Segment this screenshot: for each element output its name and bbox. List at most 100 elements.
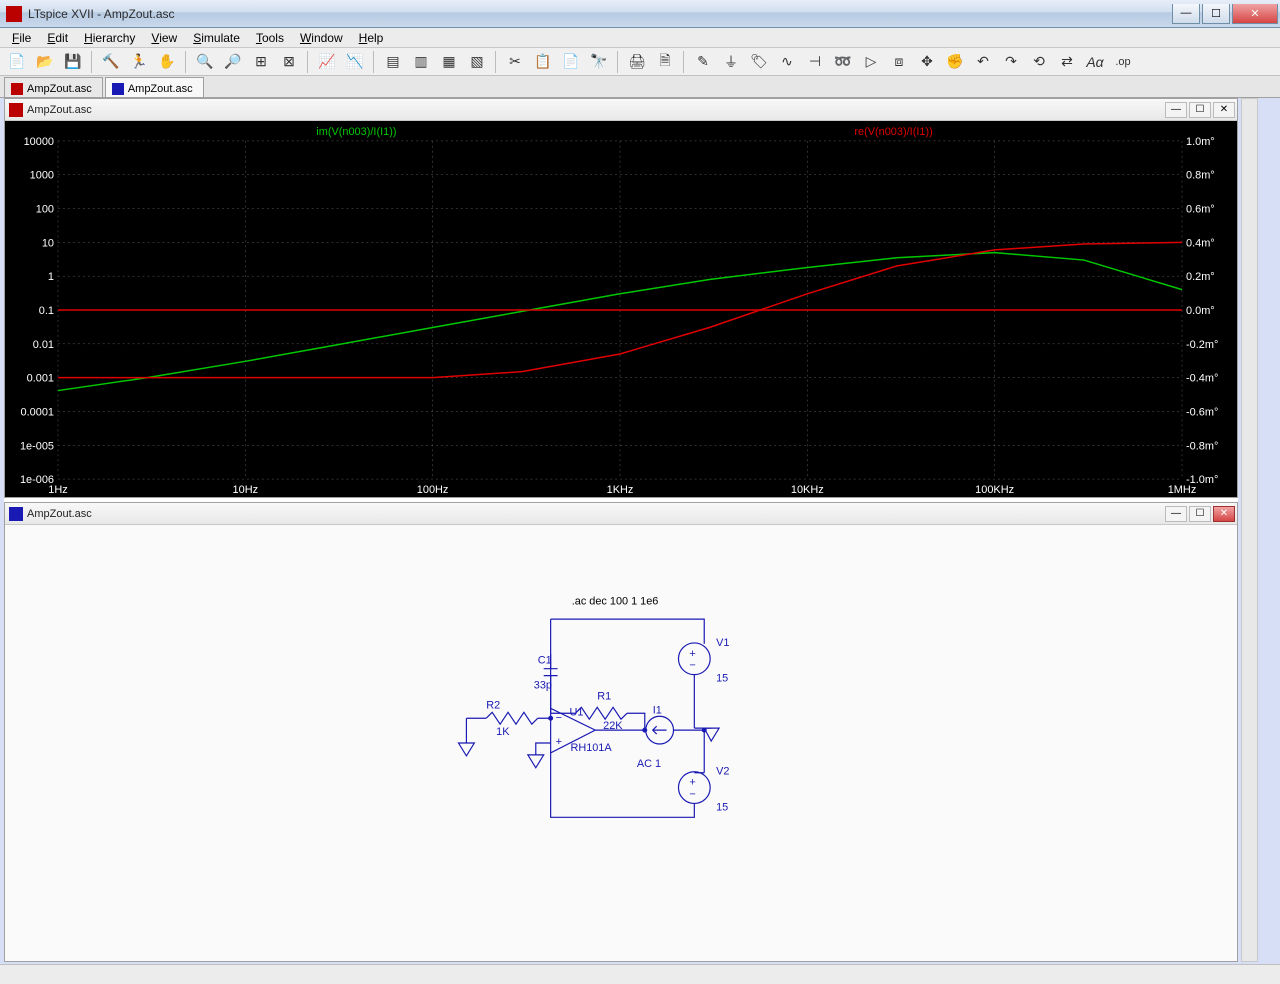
menu-tools[interactable]: Tools bbox=[248, 29, 292, 47]
legend-red[interactable]: re(V(n003)/I(I1)) bbox=[854, 126, 932, 138]
tab-schematic[interactable]: AmpZout.asc bbox=[105, 77, 204, 97]
paste-icon[interactable]: 📄 bbox=[558, 50, 584, 74]
cut-icon[interactable]: ✂ bbox=[502, 50, 528, 74]
zoom-fit-icon[interactable]: ⊠ bbox=[276, 50, 302, 74]
menu-hierarchy[interactable]: Hierarchy bbox=[76, 29, 143, 47]
find-icon[interactable]: 🔭 bbox=[586, 50, 612, 74]
inductor-icon[interactable]: ➿ bbox=[830, 50, 856, 74]
tab-plot[interactable]: AmpZout.asc bbox=[4, 77, 103, 97]
component-r2[interactable] bbox=[486, 712, 538, 724]
svg-text:−: − bbox=[556, 712, 562, 724]
plot-window-titlebar[interactable]: AmpZout.asc — ☐ ✕ bbox=[5, 99, 1237, 121]
label-icon[interactable]: 🏷 bbox=[746, 50, 772, 74]
ground-icon bbox=[458, 743, 474, 756]
menu-window[interactable]: Window bbox=[292, 29, 351, 47]
spice-directive[interactable]: .ac dec 100 1 1e6 bbox=[572, 595, 659, 607]
label-u1[interactable]: U1 bbox=[569, 706, 583, 718]
svg-text:10: 10 bbox=[42, 237, 54, 249]
y-axis-right[interactable]: 1.0m° 0.8m° 0.6m° 0.4m° 0.2m° 0.0m° -0.2… bbox=[1186, 136, 1218, 486]
schematic-window: AmpZout.asc — ☐ ✕ .ac dec 100 1 1e6 + − … bbox=[4, 502, 1238, 962]
legend-green[interactable]: im(V(n003)/I(I1)) bbox=[316, 126, 396, 138]
scissors-icon[interactable]: 🔨 bbox=[98, 50, 124, 74]
cursor-icon[interactable]: 📉 bbox=[342, 50, 368, 74]
minimize-button[interactable]: — bbox=[1165, 506, 1187, 522]
close-button[interactable]: ✕ bbox=[1213, 102, 1235, 118]
schematic-canvas[interactable]: .ac dec 100 1 1e6 + − V1 15 C1 33p bbox=[5, 525, 1237, 961]
menu-simulate[interactable]: Simulate bbox=[185, 29, 248, 47]
tile-horiz-icon[interactable]: ▤ bbox=[380, 50, 406, 74]
zoom-out-icon[interactable]: 🔎 bbox=[220, 50, 246, 74]
label-c1[interactable]: C1 bbox=[538, 655, 552, 667]
plot-canvas[interactable]: im(V(n003)/I(I1)) re(V(n003)/I(I1)) bbox=[5, 121, 1237, 497]
label-r1[interactable]: R1 bbox=[597, 690, 611, 702]
undo-icon[interactable]: ↶ bbox=[970, 50, 996, 74]
rotate-icon[interactable]: ⟲ bbox=[1026, 50, 1052, 74]
toolbar: 📄 📂 💾 🔨 🏃 ✋ 🔍 🔎 ⊞ ⊠ 📈 📉 ▤ ▥ ▦ ▧ ✂ 📋 📄 🔭 … bbox=[0, 48, 1280, 76]
zoom-rect-icon[interactable]: ⊞ bbox=[248, 50, 274, 74]
label-v2[interactable]: V2 bbox=[716, 766, 729, 778]
vertical-scrollbar[interactable] bbox=[1241, 98, 1258, 962]
svg-text:100: 100 bbox=[36, 204, 54, 216]
maximize-button[interactable]: ☐ bbox=[1189, 102, 1211, 118]
svg-text:+: + bbox=[689, 777, 695, 789]
value-u1[interactable]: RH101A bbox=[570, 742, 612, 754]
minimize-button[interactable]: — bbox=[1165, 102, 1187, 118]
svg-text:0.8m°: 0.8m° bbox=[1186, 170, 1215, 182]
text-icon[interactable]: Aα bbox=[1082, 50, 1108, 74]
y-axis-left[interactable]: 10000 1000 100 10 1 0.1 0.01 0.001 0.000… bbox=[20, 136, 54, 486]
pan-icon[interactable]: ✋ bbox=[154, 50, 180, 74]
schematic-window-titlebar[interactable]: AmpZout.asc — ☐ ✕ bbox=[5, 503, 1237, 525]
label-v1[interactable]: V1 bbox=[716, 637, 729, 649]
capacitor-icon[interactable]: ⊣ bbox=[802, 50, 828, 74]
close-button[interactable]: ✕ bbox=[1213, 506, 1235, 522]
run-icon[interactable]: 🏃 bbox=[126, 50, 152, 74]
value-i1[interactable]: AC 1 bbox=[637, 758, 661, 770]
menu-help[interactable]: Help bbox=[351, 29, 392, 47]
print-icon[interactable]: 🖨 bbox=[624, 50, 650, 74]
ground-icon[interactable]: ⏚ bbox=[718, 50, 744, 74]
minimize-button[interactable]: — bbox=[1172, 4, 1200, 24]
svg-text:0.01: 0.01 bbox=[33, 339, 54, 351]
tile-vert-icon[interactable]: ▥ bbox=[408, 50, 434, 74]
x-axis[interactable]: 1Hz 10Hz 100Hz 1KHz 10KHz 100KHz 1MHz bbox=[48, 484, 1196, 496]
diode-icon[interactable]: ▷ bbox=[858, 50, 884, 74]
zoom-in-icon[interactable]: 🔍 bbox=[192, 50, 218, 74]
resistor-icon[interactable]: ∿ bbox=[774, 50, 800, 74]
cascade-icon[interactable]: ▦ bbox=[436, 50, 462, 74]
separator bbox=[373, 51, 375, 73]
svg-text:0.6m°: 0.6m° bbox=[1186, 204, 1215, 216]
value-v1[interactable]: 15 bbox=[716, 673, 728, 685]
svg-text:−: − bbox=[689, 789, 695, 801]
open-icon[interactable]: 📂 bbox=[32, 50, 58, 74]
value-v2[interactable]: 15 bbox=[716, 801, 728, 813]
separator bbox=[495, 51, 497, 73]
statusbar bbox=[0, 964, 1280, 984]
value-r2[interactable]: 1K bbox=[496, 726, 510, 738]
label-r2[interactable]: R2 bbox=[486, 699, 500, 711]
drag-icon[interactable]: ✊ bbox=[942, 50, 968, 74]
component-icon[interactable]: ⧈ bbox=[886, 50, 912, 74]
close-win-icon[interactable]: ▧ bbox=[464, 50, 490, 74]
print-setup-icon[interactable]: 🗎 bbox=[652, 50, 678, 74]
maximize-button[interactable]: ☐ bbox=[1189, 506, 1211, 522]
mirror-icon[interactable]: ⇄ bbox=[1054, 50, 1080, 74]
save-icon[interactable]: 💾 bbox=[60, 50, 86, 74]
move-icon[interactable]: ✥ bbox=[914, 50, 940, 74]
menu-view[interactable]: View bbox=[143, 29, 185, 47]
close-button[interactable]: ✕ bbox=[1232, 4, 1278, 24]
separator bbox=[185, 51, 187, 73]
copy-icon[interactable]: 📋 bbox=[530, 50, 556, 74]
menu-edit[interactable]: Edit bbox=[39, 29, 76, 47]
label-i1[interactable]: I1 bbox=[653, 704, 662, 716]
op-icon[interactable]: .op bbox=[1110, 50, 1136, 74]
autorange-icon[interactable]: 📈 bbox=[314, 50, 340, 74]
menu-file[interactable]: File bbox=[4, 29, 39, 47]
pencil-icon[interactable]: ✎ bbox=[690, 50, 716, 74]
svg-text:0.0m°: 0.0m° bbox=[1186, 305, 1215, 317]
new-schematic-icon[interactable]: 📄 bbox=[4, 50, 30, 74]
schematic-icon bbox=[9, 507, 23, 521]
value-c1[interactable]: 33p bbox=[534, 680, 552, 692]
window-title: LTspice XVII - AmpZout.asc bbox=[28, 7, 1170, 21]
maximize-button[interactable]: ☐ bbox=[1202, 4, 1230, 24]
redo-icon[interactable]: ↷ bbox=[998, 50, 1024, 74]
